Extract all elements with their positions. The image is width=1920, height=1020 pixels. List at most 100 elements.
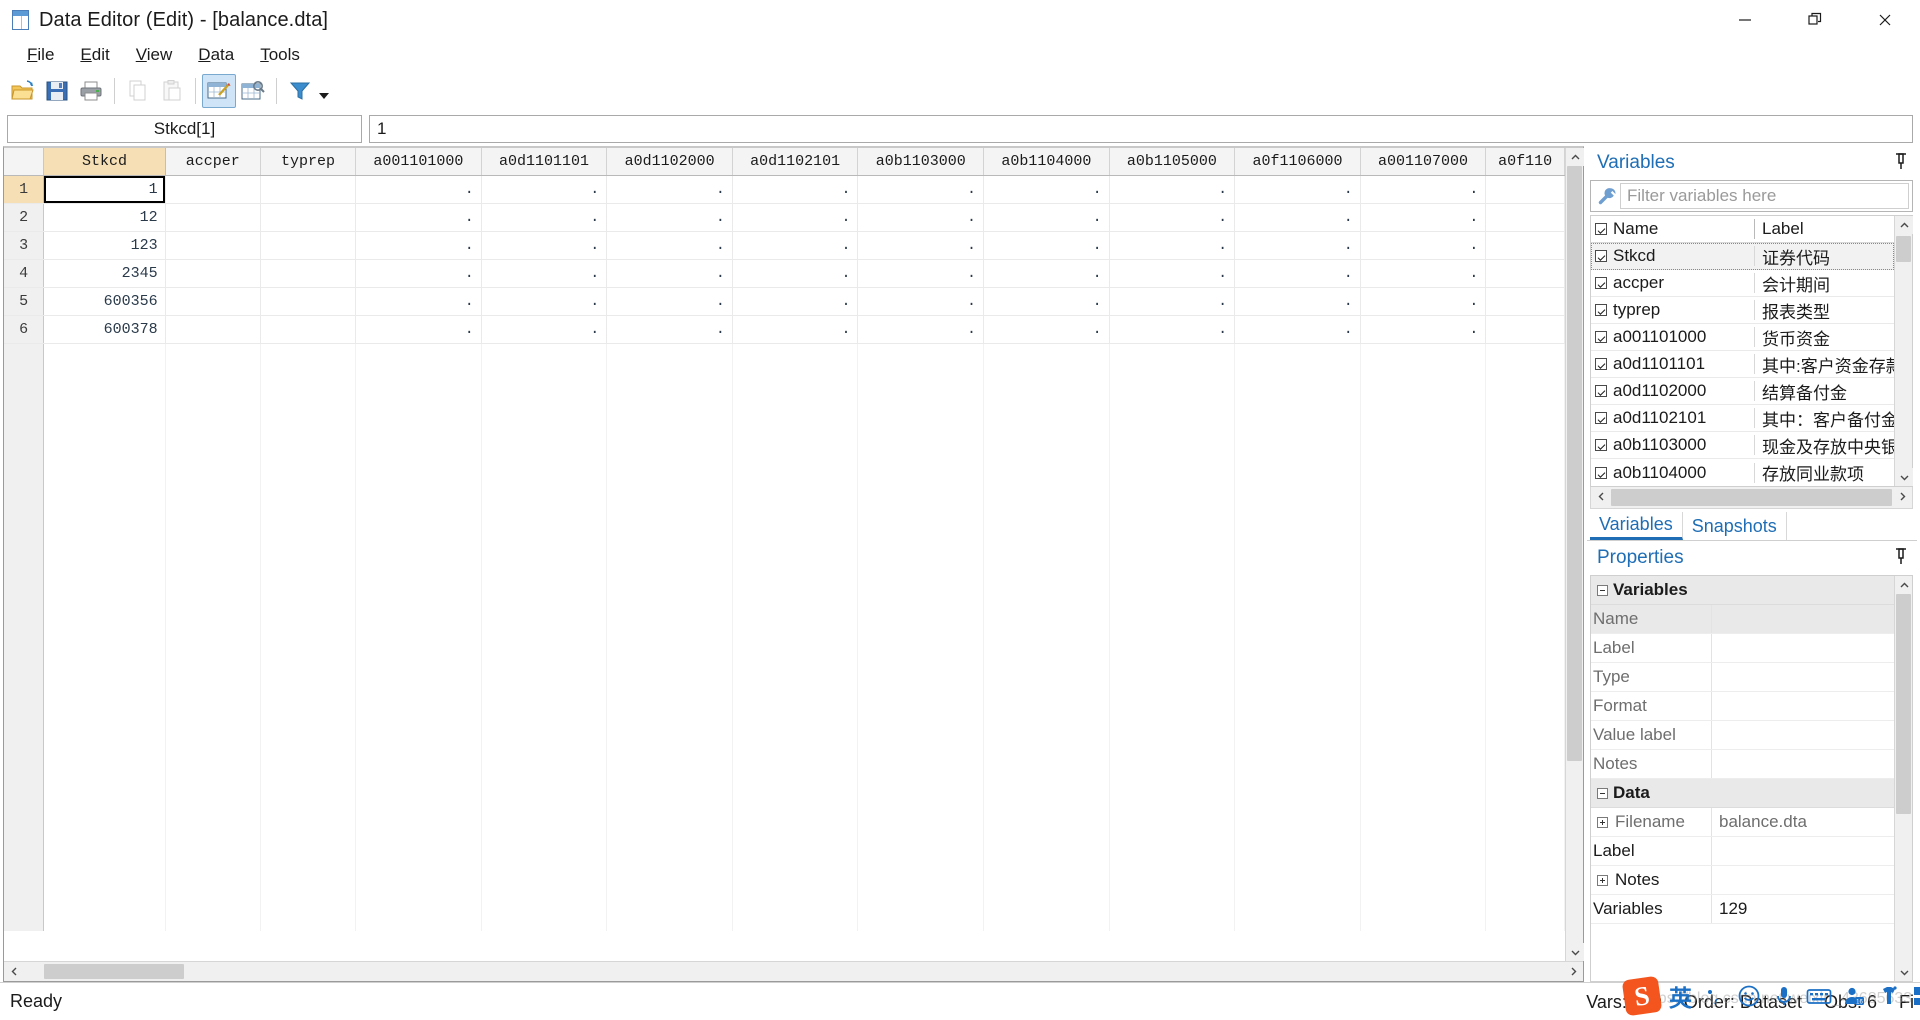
variable-checkbox[interactable]	[1591, 304, 1611, 316]
variables-vscroll-track[interactable]	[1895, 234, 1912, 468]
properties-vscroll-thumb[interactable]	[1896, 594, 1911, 814]
emoji-icon[interactable]	[1736, 983, 1762, 1009]
grid-cell[interactable]: 2345	[43, 259, 166, 288]
variables-vscroll-thumb[interactable]	[1896, 236, 1911, 262]
row-number[interactable]: 6	[4, 315, 45, 344]
ime-mode-icon[interactable]: 英	[1669, 979, 1692, 1013]
grid-cell[interactable]	[1485, 315, 1565, 344]
grid-cell[interactable]: .	[606, 315, 733, 344]
print-icon[interactable]	[74, 74, 108, 108]
grid-cell[interactable]: .	[481, 315, 608, 344]
grid-cell[interactable]: .	[732, 231, 859, 260]
grid-cell[interactable]: .	[1109, 287, 1236, 316]
properties-pin-icon[interactable]	[1894, 547, 1908, 570]
grid-cell[interactable]: .	[983, 175, 1110, 204]
property-row-type[interactable]: Type	[1591, 663, 1894, 692]
grid-cell[interactable]: .	[355, 287, 482, 316]
grid-cell[interactable]: .	[1360, 315, 1487, 344]
row-number[interactable]: 1	[4, 175, 45, 204]
variables-header-label[interactable]: Label	[1755, 219, 1894, 239]
grid-cell[interactable]: .	[1360, 175, 1487, 204]
property-value[interactable]	[1711, 721, 1894, 749]
filter-dropdown-arrow-icon[interactable]	[317, 74, 331, 108]
open-icon[interactable]	[6, 74, 40, 108]
variable-checkbox[interactable]	[1591, 277, 1611, 289]
grid-column-header-typrep[interactable]: typrep	[260, 148, 357, 176]
grid-cell[interactable]	[260, 315, 357, 344]
scroll-up-button[interactable]	[1566, 148, 1584, 166]
property-value[interactable]: balance.dta	[1711, 808, 1894, 836]
punctuation-icon[interactable]	[1701, 983, 1727, 1009]
variable-checkbox[interactable]	[1591, 439, 1611, 451]
sogou-logo-icon[interactable]: S	[1621, 975, 1663, 1017]
variable-row-a0d1102000[interactable]: a0d1102000 结算备付金	[1591, 378, 1894, 405]
collapse-icon[interactable]	[1591, 787, 1613, 799]
cell-reference-name[interactable]: Stkcd[1]	[7, 115, 362, 143]
grid-cell[interactable]: .	[983, 315, 1110, 344]
grid-cell[interactable]: .	[732, 175, 859, 204]
grid-cell[interactable]	[1485, 203, 1565, 232]
grid-column-header-a0d1101101[interactable]: a0d1101101	[481, 148, 608, 176]
variables-horizontal-scrollbar[interactable]	[1590, 487, 1913, 509]
grid-cell[interactable]: .	[983, 231, 1110, 260]
grid-cell[interactable]: .	[355, 259, 482, 288]
copy-icon[interactable]	[121, 74, 155, 108]
menu-file[interactable]: File	[14, 43, 67, 68]
variable-row-a001101000[interactable]: a001101000 货币资金	[1591, 324, 1894, 351]
grid-cell[interactable]: .	[1109, 259, 1236, 288]
property-value[interactable]	[1711, 634, 1894, 662]
property-value[interactable]	[1711, 750, 1894, 778]
grid-cell[interactable]: .	[732, 315, 859, 344]
variable-row-typrep[interactable]: typrep 报表类型	[1591, 297, 1894, 324]
grid-cell[interactable]: 600378	[43, 315, 166, 344]
data-editor-edit-icon[interactable]	[202, 74, 236, 108]
voice-input-icon[interactable]	[1771, 983, 1797, 1009]
grid-cell[interactable]	[165, 315, 261, 344]
grid-cell[interactable]: .	[857, 175, 985, 204]
variables-scroll-right-button[interactable]	[1892, 487, 1912, 506]
grid-column-header-a0d1102000[interactable]: a0d1102000	[606, 148, 733, 176]
skin-icon[interactable]	[1876, 983, 1902, 1009]
grid-cell[interactable]: .	[1109, 175, 1236, 204]
grid-cell[interactable]	[165, 203, 261, 232]
grid-cell[interactable]: .	[606, 231, 733, 260]
tab-variables[interactable]: Variables	[1590, 512, 1683, 540]
grid-cell[interactable]: .	[732, 259, 859, 288]
property-value[interactable]	[1711, 866, 1894, 894]
grid-cell[interactable]: .	[481, 175, 608, 204]
table-row[interactable]: 6 600378 . . . . . . . . .	[4, 315, 1565, 344]
grid-cell[interactable]	[165, 175, 261, 204]
data-editor-browse-icon[interactable]	[236, 74, 270, 108]
soft-keyboard-icon[interactable]	[1806, 983, 1832, 1009]
property-row-data-variables[interactable]: Variables 129	[1591, 895, 1894, 924]
grid-cell[interactable]	[1485, 175, 1565, 204]
menu-tools[interactable]: Tools	[247, 43, 313, 68]
grid-cell[interactable]: .	[481, 259, 608, 288]
variable-row-a0d1102101[interactable]: a0d1102101 其中：客户备付金	[1591, 405, 1894, 432]
grid-column-header-stkcd[interactable]: Stkcd	[43, 148, 166, 176]
close-button[interactable]	[1850, 0, 1920, 40]
property-row-notes[interactable]: Notes	[1591, 750, 1894, 779]
grid-cell[interactable]: 123	[43, 231, 166, 260]
grid-cell[interactable]: .	[606, 175, 733, 204]
table-row[interactable]: 4 2345 . . . . . . . . .	[4, 259, 1565, 288]
grid-cell[interactable]: .	[1234, 231, 1361, 260]
grid-vertical-scrollbar[interactable]	[1565, 148, 1584, 961]
scroll-left-button[interactable]	[4, 962, 24, 981]
grid-cell[interactable]	[1485, 231, 1565, 260]
variable-row-a0b1103000[interactable]: a0b1103000 现金及存放中央银..	[1591, 432, 1894, 459]
variable-checkbox[interactable]	[1591, 385, 1611, 397]
grid-cell[interactable]: .	[481, 231, 608, 260]
grid-cell[interactable]: .	[1109, 203, 1236, 232]
grid-cell[interactable]	[1485, 287, 1565, 316]
grid-vscroll-track[interactable]	[1566, 166, 1583, 943]
variable-row-accper[interactable]: accper 会计期间	[1591, 270, 1894, 297]
properties-group-data[interactable]: Data	[1591, 779, 1894, 808]
grid-cell[interactable]: .	[1234, 259, 1361, 288]
properties-group-variables[interactable]: Variables	[1591, 576, 1894, 605]
property-value[interactable]	[1711, 692, 1894, 720]
properties-vertical-scrollbar[interactable]	[1894, 576, 1912, 981]
grid-cell[interactable]	[165, 231, 261, 260]
variable-row-stkcd[interactable]: Stkcd 证券代码	[1591, 243, 1894, 270]
menu-view[interactable]: View	[123, 43, 186, 68]
